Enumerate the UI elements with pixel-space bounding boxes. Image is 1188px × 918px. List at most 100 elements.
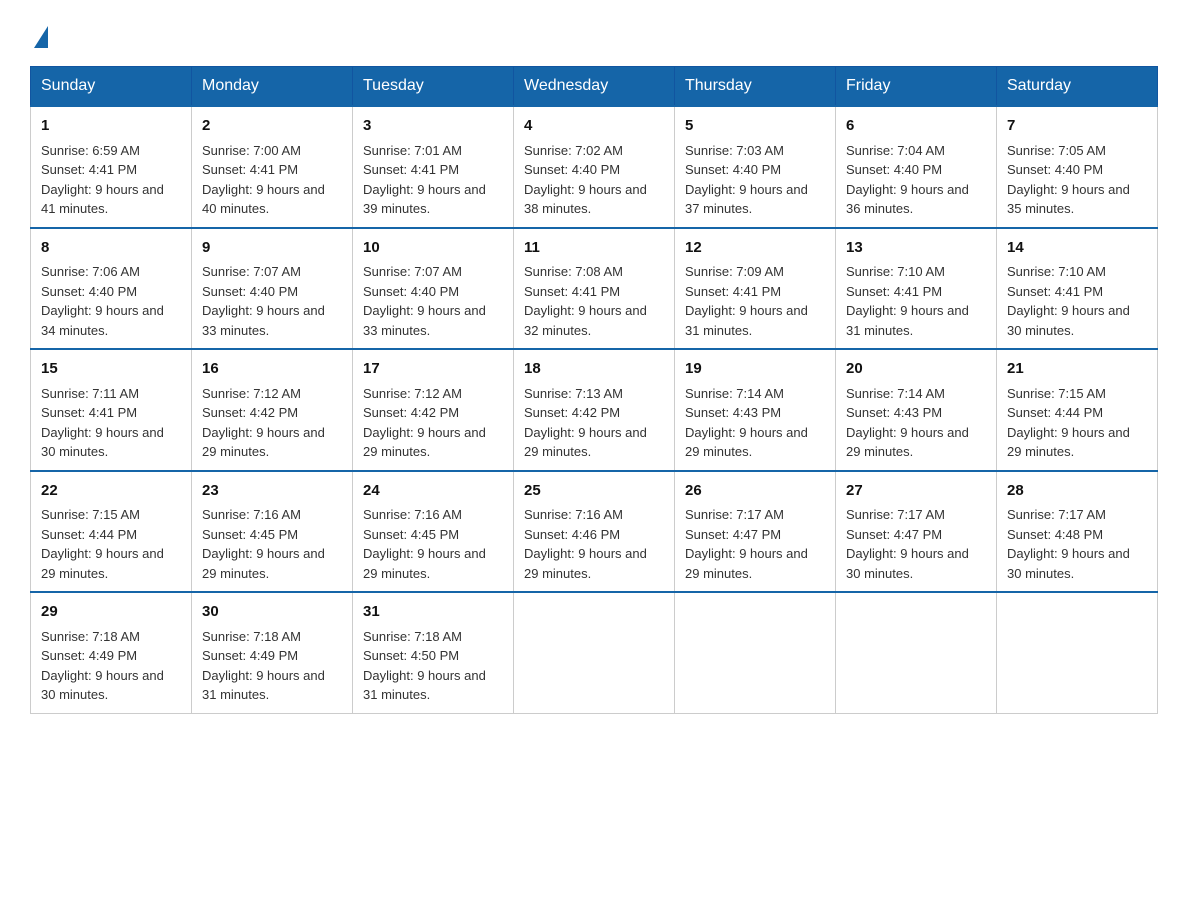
calendar-day-cell: 7 Sunrise: 7:05 AMSunset: 4:40 PMDayligh… xyxy=(997,106,1158,228)
calendar-table: SundayMondayTuesdayWednesdayThursdayFrid… xyxy=(30,66,1158,714)
day-info: Sunrise: 7:17 AMSunset: 4:48 PMDaylight:… xyxy=(1007,507,1130,581)
calendar-day-cell: 20 Sunrise: 7:14 AMSunset: 4:43 PMDaylig… xyxy=(836,349,997,471)
day-number: 27 xyxy=(846,480,986,503)
calendar-day-cell: 27 Sunrise: 7:17 AMSunset: 4:47 PMDaylig… xyxy=(836,471,997,593)
day-number: 2 xyxy=(202,115,342,138)
day-info: Sunrise: 7:12 AMSunset: 4:42 PMDaylight:… xyxy=(363,386,486,460)
day-of-week-header: Friday xyxy=(836,67,997,107)
calendar-day-cell: 8 Sunrise: 7:06 AMSunset: 4:40 PMDayligh… xyxy=(31,228,192,350)
day-number: 26 xyxy=(685,480,825,503)
calendar-day-cell: 6 Sunrise: 7:04 AMSunset: 4:40 PMDayligh… xyxy=(836,106,997,228)
calendar-day-cell: 5 Sunrise: 7:03 AMSunset: 4:40 PMDayligh… xyxy=(675,106,836,228)
day-number: 31 xyxy=(363,601,503,624)
calendar-day-cell: 16 Sunrise: 7:12 AMSunset: 4:42 PMDaylig… xyxy=(192,349,353,471)
calendar-day-cell: 4 Sunrise: 7:02 AMSunset: 4:40 PMDayligh… xyxy=(514,106,675,228)
day-info: Sunrise: 7:08 AMSunset: 4:41 PMDaylight:… xyxy=(524,264,647,338)
calendar-day-cell: 9 Sunrise: 7:07 AMSunset: 4:40 PMDayligh… xyxy=(192,228,353,350)
calendar-week-row: 29 Sunrise: 7:18 AMSunset: 4:49 PMDaylig… xyxy=(31,592,1158,713)
day-number: 20 xyxy=(846,358,986,381)
day-info: Sunrise: 7:07 AMSunset: 4:40 PMDaylight:… xyxy=(363,264,486,338)
day-number: 6 xyxy=(846,115,986,138)
day-info: Sunrise: 7:06 AMSunset: 4:40 PMDaylight:… xyxy=(41,264,164,338)
calendar-day-cell: 10 Sunrise: 7:07 AMSunset: 4:40 PMDaylig… xyxy=(353,228,514,350)
day-info: Sunrise: 7:09 AMSunset: 4:41 PMDaylight:… xyxy=(685,264,808,338)
day-number: 30 xyxy=(202,601,342,624)
day-number: 25 xyxy=(524,480,664,503)
day-number: 12 xyxy=(685,237,825,260)
calendar-day-cell: 13 Sunrise: 7:10 AMSunset: 4:41 PMDaylig… xyxy=(836,228,997,350)
day-of-week-header: Thursday xyxy=(675,67,836,107)
calendar-day-cell: 14 Sunrise: 7:10 AMSunset: 4:41 PMDaylig… xyxy=(997,228,1158,350)
day-of-week-header: Sunday xyxy=(31,67,192,107)
day-number: 19 xyxy=(685,358,825,381)
calendar-week-row: 8 Sunrise: 7:06 AMSunset: 4:40 PMDayligh… xyxy=(31,228,1158,350)
calendar-day-cell: 25 Sunrise: 7:16 AMSunset: 4:46 PMDaylig… xyxy=(514,471,675,593)
day-number: 13 xyxy=(846,237,986,260)
day-info: Sunrise: 7:18 AMSunset: 4:50 PMDaylight:… xyxy=(363,629,486,703)
calendar-day-cell: 28 Sunrise: 7:17 AMSunset: 4:48 PMDaylig… xyxy=(997,471,1158,593)
day-number: 29 xyxy=(41,601,181,624)
day-info: Sunrise: 7:16 AMSunset: 4:45 PMDaylight:… xyxy=(363,507,486,581)
calendar-week-row: 15 Sunrise: 7:11 AMSunset: 4:41 PMDaylig… xyxy=(31,349,1158,471)
calendar-day-cell: 26 Sunrise: 7:17 AMSunset: 4:47 PMDaylig… xyxy=(675,471,836,593)
calendar-day-cell xyxy=(675,592,836,713)
calendar-day-cell xyxy=(836,592,997,713)
day-info: Sunrise: 7:18 AMSunset: 4:49 PMDaylight:… xyxy=(41,629,164,703)
day-number: 3 xyxy=(363,115,503,138)
calendar-day-cell: 31 Sunrise: 7:18 AMSunset: 4:50 PMDaylig… xyxy=(353,592,514,713)
day-number: 28 xyxy=(1007,480,1147,503)
calendar-day-cell: 12 Sunrise: 7:09 AMSunset: 4:41 PMDaylig… xyxy=(675,228,836,350)
day-info: Sunrise: 7:10 AMSunset: 4:41 PMDaylight:… xyxy=(846,264,969,338)
calendar-day-cell: 2 Sunrise: 7:00 AMSunset: 4:41 PMDayligh… xyxy=(192,106,353,228)
calendar-week-row: 22 Sunrise: 7:15 AMSunset: 4:44 PMDaylig… xyxy=(31,471,1158,593)
day-info: Sunrise: 7:03 AMSunset: 4:40 PMDaylight:… xyxy=(685,143,808,217)
day-of-week-header: Saturday xyxy=(997,67,1158,107)
day-of-week-header: Wednesday xyxy=(514,67,675,107)
day-info: Sunrise: 6:59 AMSunset: 4:41 PMDaylight:… xyxy=(41,143,164,217)
day-number: 10 xyxy=(363,237,503,260)
calendar-day-cell: 24 Sunrise: 7:16 AMSunset: 4:45 PMDaylig… xyxy=(353,471,514,593)
day-number: 11 xyxy=(524,237,664,260)
day-number: 4 xyxy=(524,115,664,138)
day-number: 24 xyxy=(363,480,503,503)
calendar-day-cell xyxy=(514,592,675,713)
calendar-day-cell: 29 Sunrise: 7:18 AMSunset: 4:49 PMDaylig… xyxy=(31,592,192,713)
logo xyxy=(30,20,48,48)
day-number: 1 xyxy=(41,115,181,138)
day-info: Sunrise: 7:14 AMSunset: 4:43 PMDaylight:… xyxy=(685,386,808,460)
calendar-day-cell: 21 Sunrise: 7:15 AMSunset: 4:44 PMDaylig… xyxy=(997,349,1158,471)
day-info: Sunrise: 7:14 AMSunset: 4:43 PMDaylight:… xyxy=(846,386,969,460)
calendar-day-cell: 17 Sunrise: 7:12 AMSunset: 4:42 PMDaylig… xyxy=(353,349,514,471)
calendar-day-cell: 30 Sunrise: 7:18 AMSunset: 4:49 PMDaylig… xyxy=(192,592,353,713)
day-number: 15 xyxy=(41,358,181,381)
day-info: Sunrise: 7:16 AMSunset: 4:46 PMDaylight:… xyxy=(524,507,647,581)
day-info: Sunrise: 7:13 AMSunset: 4:42 PMDaylight:… xyxy=(524,386,647,460)
day-info: Sunrise: 7:01 AMSunset: 4:41 PMDaylight:… xyxy=(363,143,486,217)
day-info: Sunrise: 7:10 AMSunset: 4:41 PMDaylight:… xyxy=(1007,264,1130,338)
calendar-day-cell: 19 Sunrise: 7:14 AMSunset: 4:43 PMDaylig… xyxy=(675,349,836,471)
calendar-day-cell: 18 Sunrise: 7:13 AMSunset: 4:42 PMDaylig… xyxy=(514,349,675,471)
day-info: Sunrise: 7:16 AMSunset: 4:45 PMDaylight:… xyxy=(202,507,325,581)
day-info: Sunrise: 7:15 AMSunset: 4:44 PMDaylight:… xyxy=(41,507,164,581)
day-number: 7 xyxy=(1007,115,1147,138)
calendar-day-cell: 23 Sunrise: 7:16 AMSunset: 4:45 PMDaylig… xyxy=(192,471,353,593)
day-number: 8 xyxy=(41,237,181,260)
day-number: 16 xyxy=(202,358,342,381)
calendar-day-cell: 1 Sunrise: 6:59 AMSunset: 4:41 PMDayligh… xyxy=(31,106,192,228)
day-info: Sunrise: 7:17 AMSunset: 4:47 PMDaylight:… xyxy=(685,507,808,581)
day-info: Sunrise: 7:17 AMSunset: 4:47 PMDaylight:… xyxy=(846,507,969,581)
calendar-week-row: 1 Sunrise: 6:59 AMSunset: 4:41 PMDayligh… xyxy=(31,106,1158,228)
day-number: 9 xyxy=(202,237,342,260)
day-number: 14 xyxy=(1007,237,1147,260)
day-number: 23 xyxy=(202,480,342,503)
day-number: 5 xyxy=(685,115,825,138)
day-info: Sunrise: 7:07 AMSunset: 4:40 PMDaylight:… xyxy=(202,264,325,338)
calendar-header-row: SundayMondayTuesdayWednesdayThursdayFrid… xyxy=(31,67,1158,107)
day-of-week-header: Monday xyxy=(192,67,353,107)
day-number: 21 xyxy=(1007,358,1147,381)
calendar-day-cell: 3 Sunrise: 7:01 AMSunset: 4:41 PMDayligh… xyxy=(353,106,514,228)
calendar-day-cell: 11 Sunrise: 7:08 AMSunset: 4:41 PMDaylig… xyxy=(514,228,675,350)
day-info: Sunrise: 7:00 AMSunset: 4:41 PMDaylight:… xyxy=(202,143,325,217)
day-of-week-header: Tuesday xyxy=(353,67,514,107)
day-number: 22 xyxy=(41,480,181,503)
